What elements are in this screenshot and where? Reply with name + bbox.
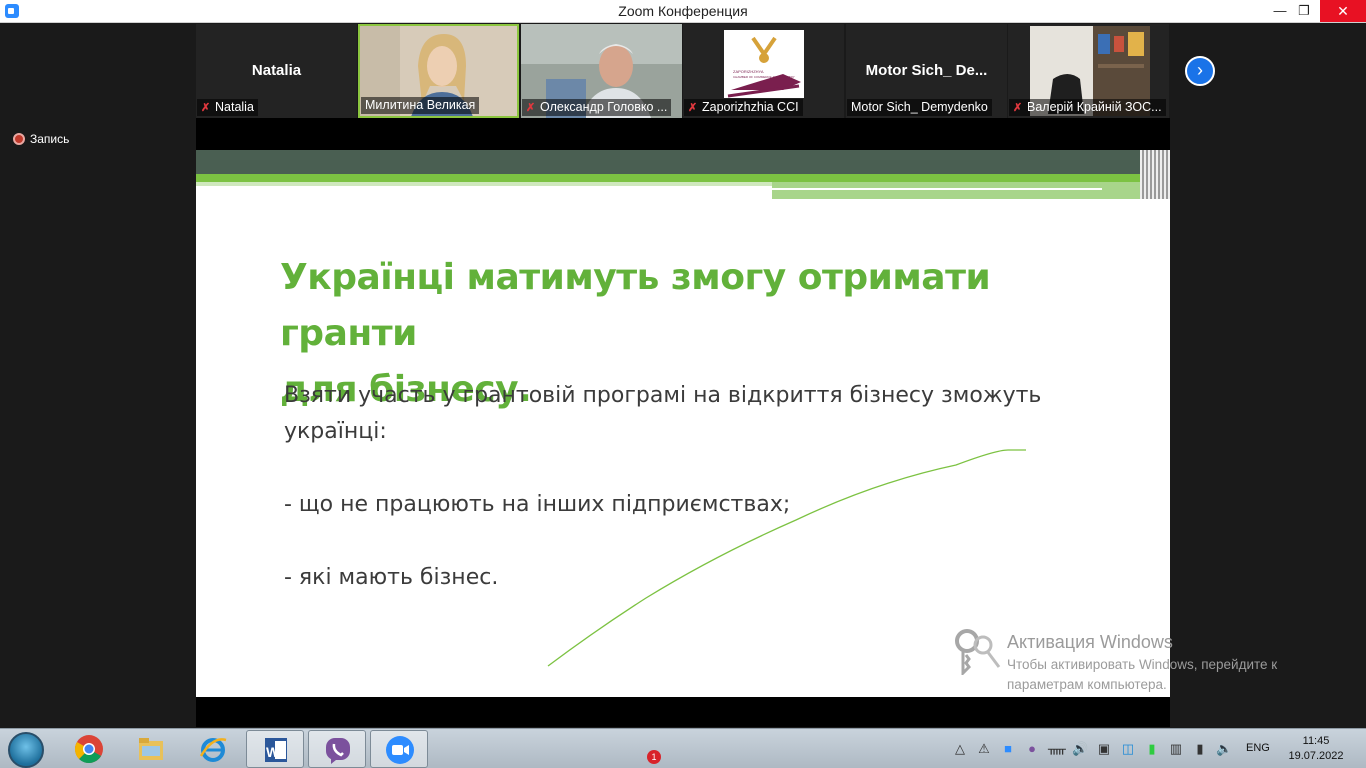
recording-indicator[interactable]: Запись bbox=[13, 132, 69, 146]
taskbar-word[interactable]: W bbox=[246, 730, 304, 768]
muted-mic-icon: ✗ bbox=[201, 102, 211, 114]
participant-big-name: Natalia bbox=[251, 62, 302, 79]
viber-tray-icon[interactable]: ● bbox=[1024, 741, 1040, 757]
activation-text: Чтобы активировать Windows, перейдите к bbox=[1007, 657, 1278, 672]
svg-text:W: W bbox=[266, 744, 280, 760]
activation-title: Активация Windows bbox=[1007, 632, 1173, 652]
muted-mic-icon: ✗ bbox=[526, 102, 536, 114]
warning-icon[interactable]: ⚠ bbox=[976, 741, 992, 757]
zoom-icon bbox=[386, 736, 414, 764]
clock-date: 19.07.2022 bbox=[1288, 750, 1344, 762]
participant-name-label: Motor Sich_ Demydenko bbox=[847, 99, 992, 116]
viber-icon bbox=[326, 738, 350, 764]
internet-explorer-icon bbox=[199, 738, 227, 762]
participant-name-label: ✗ Zaporizhzhia CCI bbox=[684, 99, 803, 116]
window-titlebar: Zoom Конференция — ❐ ✕ bbox=[0, 0, 1366, 23]
file-explorer-icon bbox=[139, 738, 163, 760]
language-indicator[interactable]: ENG bbox=[1246, 742, 1270, 754]
shared-slide: Українці матимуть змогу отримати гранти … bbox=[196, 150, 1170, 697]
bluetooth-icon[interactable]: ᚅ bbox=[1048, 741, 1066, 757]
participant-name-label: ✗ Олександр Головко ... bbox=[522, 99, 672, 116]
participant-name-label: ✗ Natalia bbox=[197, 99, 258, 116]
participant-tile[interactable]: ZAPORIZHZHYA CHAMBER OF COMMERCE AND IND… bbox=[683, 24, 844, 118]
video-strip: Natalia ✗ Natalia Милитина Великая ✗ Олекс… bbox=[196, 24, 1170, 118]
taskbar-internet-explorer[interactable] bbox=[184, 730, 242, 768]
green-app-icon[interactable]: ▮ bbox=[1144, 741, 1160, 757]
muted-mic-icon: ✗ bbox=[688, 102, 698, 114]
battery-icon[interactable]: ▮ bbox=[1192, 741, 1208, 757]
muted-mic-icon: ✗ bbox=[1013, 102, 1023, 114]
participant-tile[interactable]: ✗ Олександр Головко ... bbox=[521, 24, 682, 118]
activation-text: параметрам компьютера. bbox=[1007, 677, 1167, 692]
annotation-stroke bbox=[547, 449, 1026, 667]
google-drive-icon[interactable]: △ bbox=[952, 741, 968, 757]
restore-button[interactable]: ❐ bbox=[1287, 0, 1321, 22]
windows-activation-notice: Активация Windows Чтобы активировать Win… bbox=[1007, 632, 1277, 695]
svg-text:CHAMBER OF COMMERCE AND INDUST: CHAMBER OF COMMERCE AND INDUSTRY bbox=[733, 75, 795, 79]
logo-text: ZAPORIZHZHYA bbox=[733, 69, 764, 74]
recording-label: Запись bbox=[30, 132, 70, 146]
participant-tile-active[interactable]: Милитина Великая bbox=[358, 24, 519, 118]
signal-icon[interactable]: ▥ bbox=[1168, 741, 1184, 757]
network-share-icon[interactable]: ◫ bbox=[1120, 741, 1136, 757]
taskbar: W 1 △ ⚠ ■ ● ᚅ 🔊 ▣ ◫ ▮ ▥ ▮ 🔈 ENG 11:45 19… bbox=[0, 728, 1366, 768]
volume-mixer-icon[interactable]: 🔊 bbox=[1072, 741, 1088, 757]
taskbar-zoom[interactable] bbox=[370, 730, 428, 768]
zoom-tray-icon[interactable]: ■ bbox=[1000, 741, 1016, 757]
participant-tile[interactable]: Natalia ✗ Natalia bbox=[196, 24, 357, 118]
system-clock[interactable]: 11:45 19.07.2022 bbox=[1284, 734, 1348, 764]
participant-name-label: Милитина Великая bbox=[361, 97, 480, 114]
taskbar-viber[interactable]: 1 bbox=[308, 730, 661, 768]
start-orb-icon[interactable] bbox=[8, 732, 44, 768]
word-icon: W bbox=[265, 738, 287, 762]
chrome-icon bbox=[75, 735, 103, 764]
next-page-button[interactable]: › bbox=[1185, 56, 1215, 86]
participant-tile[interactable]: Motor Sich_ De... Motor Sich_ Demydenko bbox=[846, 24, 1007, 118]
record-icon bbox=[13, 133, 25, 145]
key-icon bbox=[955, 629, 1001, 675]
taskbar-chrome[interactable] bbox=[60, 730, 118, 768]
taskbar-file-explorer[interactable] bbox=[122, 730, 180, 768]
clock-time: 11:45 bbox=[1302, 735, 1330, 747]
notification-badge: 1 bbox=[647, 750, 661, 764]
close-button[interactable]: ✕ bbox=[1320, 0, 1366, 22]
chevron-right-icon: › bbox=[1197, 60, 1203, 80]
participant-tile[interactable]: ✗ Валерій Крайній ЗОС... bbox=[1008, 24, 1169, 118]
display-icon[interactable]: ▣ bbox=[1096, 741, 1112, 757]
participant-name-label: ✗ Валерій Крайній ЗОС... bbox=[1009, 99, 1166, 116]
speaker-icon[interactable]: 🔈 bbox=[1216, 741, 1232, 757]
participant-big-name: Motor Sich_ De... bbox=[865, 62, 988, 79]
window-title: Zoom Конференция bbox=[618, 3, 748, 19]
